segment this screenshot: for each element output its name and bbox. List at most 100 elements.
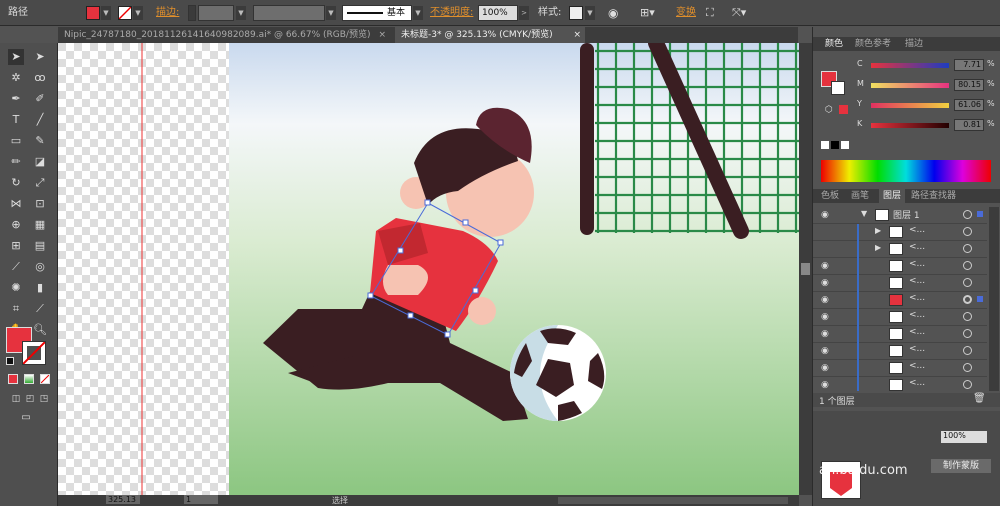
tab-brushes[interactable]: 画笔: [851, 189, 869, 203]
color-mode-button[interactable]: [8, 374, 18, 384]
blend-tool-icon[interactable]: ◎: [32, 259, 48, 275]
pencil-tool-icon[interactable]: ✏: [8, 154, 24, 170]
draw-inside-icon[interactable]: ◳: [36, 391, 52, 407]
visibility-eye-icon[interactable]: ◉: [821, 312, 829, 322]
chevron-down-icon[interactable]: ▼: [861, 209, 867, 218]
visibility-eye-icon[interactable]: ◉: [821, 329, 829, 339]
horizontal-scrollbar[interactable]: [558, 497, 788, 504]
close-icon[interactable]: ×: [573, 27, 581, 43]
target-icon[interactable]: [963, 380, 972, 389]
color-spectrum[interactable]: [821, 160, 991, 182]
opacity-input[interactable]: 100%: [478, 5, 518, 21]
sublayer-row[interactable]: ◉ <...: [813, 275, 987, 292]
slider-c[interactable]: [871, 63, 949, 68]
layers-scrollbar[interactable]: [989, 207, 999, 391]
chevron-right-icon[interactable]: ▶: [875, 243, 881, 252]
slider-m[interactable]: [871, 83, 949, 88]
arrange-icon[interactable]: ⤧▾: [732, 4, 746, 22]
sublayer-row[interactable]: ◉ <...: [813, 258, 987, 275]
slider-y[interactable]: [871, 103, 949, 108]
stroke-weight-field[interactable]: [198, 5, 234, 21]
shape-builder-tool-icon[interactable]: ⊕: [8, 217, 24, 233]
tab-layers[interactable]: 图层: [879, 189, 906, 203]
default-colors-icon[interactable]: [6, 357, 14, 365]
target-icon[interactable]: [963, 312, 972, 321]
visibility-eye-icon[interactable]: ◉: [821, 261, 829, 271]
delete-icon[interactable]: 🗑︎: [973, 393, 986, 404]
rotate-tool-icon[interactable]: ↻: [8, 175, 24, 191]
sublayer-row[interactable]: ◉ <...: [813, 309, 987, 326]
rectangle-tool-icon[interactable]: ▭: [8, 133, 24, 149]
layer-row-main[interactable]: ◉ ▼ 图层 1: [813, 207, 987, 224]
channel-value[interactable]: 7.71: [954, 59, 984, 71]
sublayer-row[interactable]: ◉ <...: [813, 360, 987, 377]
visibility-eye-icon[interactable]: ◉: [821, 278, 829, 288]
selection-tool-icon[interactable]: ➤: [8, 49, 24, 65]
out-of-gamut-icon[interactable]: ⬡: [825, 105, 833, 115]
tab-pathfinder[interactable]: 路径查找器: [911, 189, 956, 203]
stroke-weight-input[interactable]: [188, 5, 196, 21]
graphic-style-dropdown[interactable]: ▼: [585, 6, 595, 20]
recolor-icon[interactable]: ◉: [608, 4, 618, 22]
visibility-eye-icon[interactable]: ◉: [821, 363, 829, 373]
mesh-tool-icon[interactable]: ⊞: [8, 238, 24, 254]
slice-tool-icon[interactable]: ⟋: [32, 301, 48, 317]
direct-selection-tool-icon[interactable]: ➤: [32, 49, 48, 65]
scale-tool-icon[interactable]: ⤢: [32, 175, 48, 191]
channel-value[interactable]: 80.15: [954, 79, 984, 91]
zoom-field[interactable]: 325.13: [106, 495, 140, 504]
graphic-style-swatch[interactable]: [569, 6, 583, 20]
close-icon[interactable]: ×: [378, 27, 386, 43]
free-transform-tool-icon[interactable]: ⊡: [32, 196, 48, 212]
scroll-thumb[interactable]: [801, 263, 810, 275]
eraser-tool-icon[interactable]: ◪: [32, 154, 48, 170]
zoom-tool-icon[interactable]: 🔍︎: [32, 322, 48, 338]
stroke-dropdown[interactable]: ▼: [133, 6, 143, 20]
stroke-label[interactable]: 描边:: [156, 4, 179, 22]
target-icon[interactable]: [963, 261, 972, 270]
vertical-scrollbar[interactable]: [799, 43, 812, 495]
channel-value[interactable]: 61.06: [954, 99, 984, 111]
opacity-dropdown[interactable]: >: [519, 6, 529, 20]
artboard-canvas[interactable]: [58, 43, 799, 495]
chevron-right-icon[interactable]: ▶: [875, 226, 881, 235]
brush-tool-icon[interactable]: ✎: [32, 133, 48, 149]
gamut-swatch[interactable]: [839, 105, 848, 114]
stroke-weight-dropdown[interactable]: ▼: [236, 6, 246, 20]
opacity-slider[interactable]: 100%: [941, 431, 987, 443]
target-icon[interactable]: [963, 227, 972, 236]
stroke-swatch[interactable]: [118, 6, 132, 20]
isolate-icon[interactable]: ⛶: [706, 4, 714, 22]
target-icon[interactable]: [963, 210, 972, 219]
align-icon[interactable]: ⊞▾: [640, 4, 655, 22]
curvature-tool-icon[interactable]: ✐: [32, 91, 48, 107]
target-icon[interactable]: [963, 295, 972, 304]
layer-name[interactable]: 图层 1: [893, 208, 920, 221]
gradient-tool-icon[interactable]: ▤: [32, 238, 48, 254]
target-icon[interactable]: [963, 329, 972, 338]
screen-mode-icon[interactable]: ▭: [18, 410, 34, 426]
tab-swatches[interactable]: 色板: [821, 189, 839, 203]
white-swatch[interactable]: [841, 141, 849, 149]
sublayer-row[interactable]: ◉ <...: [813, 343, 987, 360]
stroke-color-box[interactable]: [22, 341, 46, 365]
line-tool-icon[interactable]: ╱: [32, 112, 48, 128]
target-icon[interactable]: [963, 363, 972, 372]
document-tab-nipic[interactable]: Nipic_24787180_20181126141640982089.ai* …: [58, 27, 390, 43]
sublayer-row[interactable]: ▶ <...: [813, 241, 987, 258]
brush-dropdown[interactable]: ▼: [413, 6, 423, 20]
channel-value[interactable]: 0.81: [954, 119, 984, 131]
fill-dropdown[interactable]: ▼: [101, 6, 111, 20]
sublayer-row[interactable]: ◉ <...: [813, 326, 987, 343]
fill-swatch[interactable]: [86, 6, 100, 20]
target-icon[interactable]: [963, 346, 972, 355]
page-field[interactable]: 1: [184, 495, 218, 504]
type-tool-icon[interactable]: T: [8, 112, 24, 128]
document-tab-untitled[interactable]: 未标题-3* @ 325.13% (CMYK/预览) ×: [395, 27, 585, 43]
target-icon[interactable]: [963, 244, 972, 253]
transform-link[interactable]: 变换: [676, 4, 696, 22]
width-tool-icon[interactable]: ⋈: [8, 196, 24, 212]
make-mask-button[interactable]: 制作蒙版: [931, 459, 991, 473]
sublayer-row[interactable]: ▶ <...: [813, 224, 987, 241]
visibility-eye-icon[interactable]: ◉: [821, 380, 829, 390]
